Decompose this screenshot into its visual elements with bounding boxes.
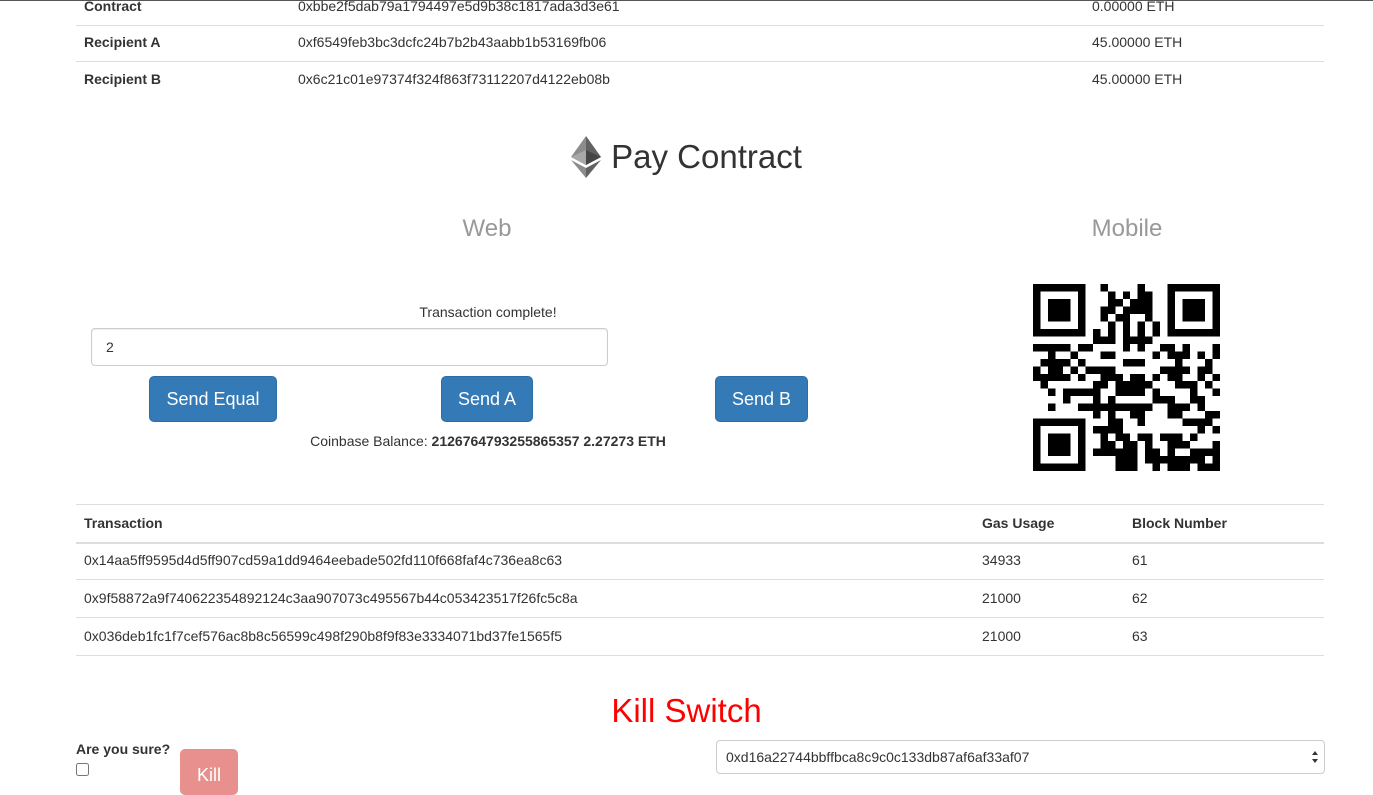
transaction-hash: 0x14aa5ff9595d4d5ff907cd59a1dd9464eebade…: [84, 552, 563, 568]
coinbase-balance: Coinbase Balance: 2126764793255865357 2.…: [188, 433, 788, 449]
send-a-button[interactable]: Send A: [441, 376, 533, 422]
transaction-status: Transaction complete!: [419, 304, 557, 320]
account-label: Recipient A: [84, 34, 161, 50]
send-b-button[interactable]: Send B: [715, 376, 808, 422]
column-header-block: Block Number: [1132, 515, 1227, 531]
account-address: 0xf6549feb3bc3dcfc24b7b2b43aabb1b53169fb…: [298, 34, 607, 50]
column-header-gas: Gas Usage: [982, 515, 1055, 531]
block-number: 63: [1132, 628, 1148, 644]
web-heading: Web: [462, 215, 512, 242]
account-balance: 45.00000 ETH: [1092, 71, 1183, 87]
table-header: Transaction Gas Usage Block Number: [76, 504, 1324, 544]
gas-usage: 21000: [982, 628, 1021, 644]
table-row: 0x14aa5ff9595d4d5ff907cd59a1dd9464eebade…: [76, 542, 1324, 580]
transaction-hash: 0x036deb1fc1f7cef576ac8b8c56599c498f290b…: [84, 628, 562, 644]
kill-switch-heading: Kill Switch: [611, 692, 762, 729]
coinbase-label: Coinbase Balance:: [310, 433, 428, 449]
account-balance: 0.00000 ETH: [1092, 0, 1175, 14]
pay-contract-heading: Pay Contract: [0, 136, 1373, 181]
ethereum-icon: [571, 136, 602, 178]
account-address: 0x6c21c01e97374f324f863f73112207d4122eb0…: [298, 71, 610, 87]
page-title: Pay Contract: [611, 138, 802, 175]
confirm-label: Are you sure?: [76, 741, 171, 757]
account-label: Recipient B: [84, 71, 162, 87]
table-row: Recipient B 0x6c21c01e97374f324f863f7311…: [76, 61, 1324, 98]
account-balance: 45.00000 ETH: [1092, 34, 1183, 50]
table-row: Contract 0xbbe2f5dab79a1794497e5d9b38c18…: [76, 0, 1324, 26]
gas-usage: 21000: [982, 590, 1021, 606]
account-label: Contract: [84, 0, 142, 14]
selected-address: 0xd16a22744bbffbca8c9c0c133db87af6af33af…: [726, 749, 1030, 765]
kill-button[interactable]: Kill: [180, 749, 238, 795]
account-address: 0xbbe2f5dab79a1794497e5d9b38c1817ada3d3e…: [298, 0, 620, 14]
block-number: 61: [1132, 552, 1148, 568]
transaction-hash: 0x9f58872a9f740622354892124c3aa907073c49…: [84, 590, 578, 606]
column-header-transaction: Transaction: [84, 515, 163, 531]
confirm-checkbox[interactable]: [76, 763, 89, 776]
coinbase-value: 2126764793255865357 2.27273 ETH: [431, 433, 666, 449]
send-equal-button[interactable]: Send Equal: [149, 376, 277, 422]
table-row: 0x036deb1fc1f7cef576ac8b8c56599c498f290b…: [76, 618, 1324, 656]
gas-usage: 34933: [982, 552, 1021, 568]
qr-code: [1033, 284, 1220, 471]
amount-input[interactable]: [91, 328, 608, 366]
address-select[interactable]: 0xd16a22744bbffbca8c9c0c133db87af6af33af…: [716, 740, 1325, 774]
mobile-heading: Mobile: [1091, 215, 1163, 242]
select-arrows-icon: [1312, 751, 1318, 763]
table-row: 0x9f58872a9f740622354892124c3aa907073c49…: [76, 580, 1324, 618]
block-number: 62: [1132, 590, 1148, 606]
table-row: Recipient A 0xf6549feb3bc3dcfc24b7b2b43a…: [76, 24, 1324, 62]
